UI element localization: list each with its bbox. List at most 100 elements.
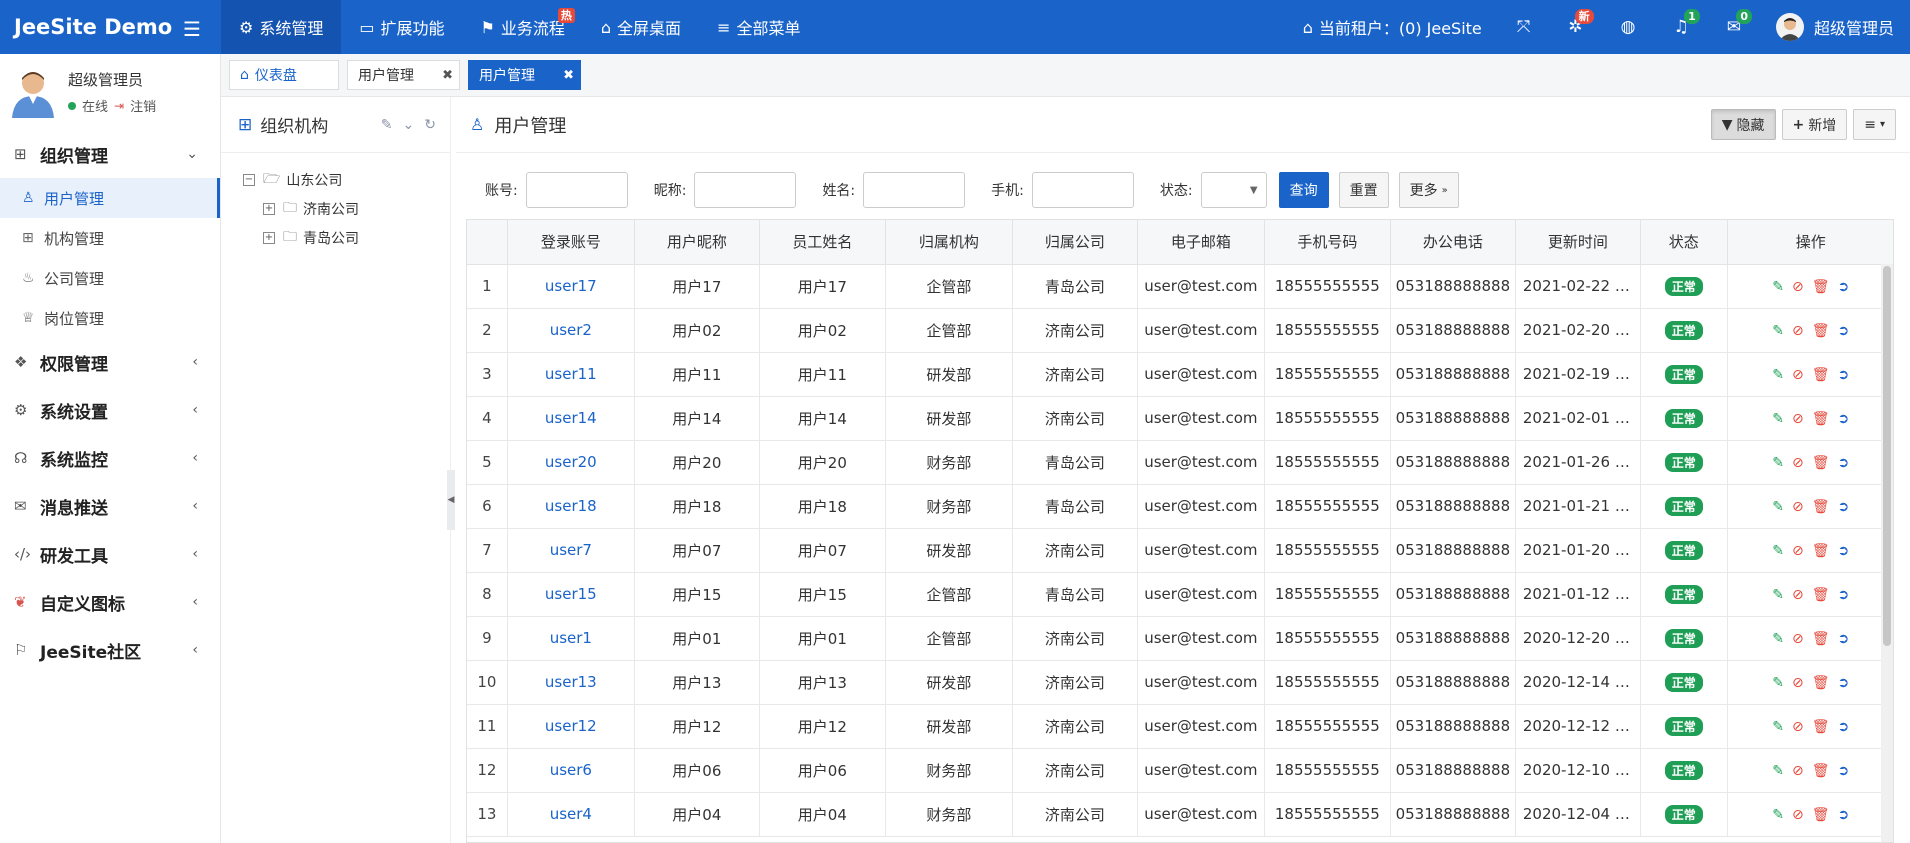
menu-group-sys[interactable]: ⚙ 系统设置 ‹ [0, 386, 220, 434]
column-header[interactable]: 电子邮箱 [1137, 220, 1265, 265]
edit-icon[interactable]: ✎ [1772, 807, 1784, 823]
edit-icon[interactable]: ✎ [1772, 367, 1784, 383]
expand-icon[interactable]: + [263, 231, 275, 244]
table-row[interactable]: 11 user12 用户12 用户12 研发部 济南公司 user@test.com 1855… [467, 704, 1893, 749]
tab-dashboard[interactable]: ⌂ 仪表盘 [229, 60, 339, 90]
ban-icon[interactable]: ⊘ [1792, 807, 1804, 823]
ban-icon[interactable]: ⊘ [1792, 411, 1804, 427]
more-button[interactable]: 更多 » [1398, 172, 1459, 208]
tab-user-management-2[interactable]: 用户管理 ✖ [468, 60, 581, 90]
hide-button[interactable]: ▼ 隐藏 [1710, 109, 1776, 140]
edit-icon[interactable]: ✎ [381, 117, 393, 133]
chevron-circle-right-icon[interactable]: ➲ [1838, 499, 1850, 515]
edit-icon[interactable]: ✎ [1772, 543, 1784, 559]
chevron-circle-right-icon[interactable]: ➲ [1838, 631, 1850, 647]
chevron-circle-right-icon[interactable]: ➲ [1838, 587, 1850, 603]
query-button[interactable]: 查询 [1278, 172, 1329, 208]
user-menu[interactable]: 超级管理员 [1760, 0, 1910, 54]
menu-group-monitor[interactable]: ☊ 系统监控 ‹ [0, 434, 220, 482]
notification-button[interactable]: ♫ 1 [1654, 0, 1707, 54]
fullscreen-button[interactable]: ⤧ [1498, 0, 1550, 54]
chevron-circle-right-icon[interactable]: ➲ [1838, 543, 1850, 559]
ban-icon[interactable]: ⊘ [1792, 499, 1804, 515]
ban-icon[interactable]: ⊘ [1792, 631, 1804, 647]
column-header[interactable]: 员工姓名 [759, 220, 886, 265]
login-account-link[interactable]: user7 [507, 528, 635, 573]
table-row[interactable]: 5 user20 用户20 用户20 财务部 青岛公司 user@test.com 18555… [467, 440, 1893, 485]
app-logo[interactable]: JeeSite Demo ☰ [0, 0, 221, 54]
column-menu-button[interactable]: ≡ ▾ [1853, 109, 1896, 140]
tenant-switch[interactable]: ⌂ 当前租户：(0) JeeSite [1287, 0, 1498, 54]
table-row[interactable]: 7 user7 用户07 用户07 研发部 济南公司 user@test.com 185555… [467, 528, 1893, 573]
chevron-circle-right-icon[interactable]: ➲ [1838, 323, 1850, 339]
nav-extensions[interactable]: ▭ 扩展功能 [341, 0, 462, 54]
trash-icon[interactable]: 🗑 [1812, 543, 1830, 559]
table-row[interactable]: 6 user18 用户18 用户18 财务部 青岛公司 user@test.com 18555… [467, 484, 1893, 529]
login-account-link[interactable]: user15 [507, 572, 635, 617]
menu-group-community[interactable]: ⚐ JeeSite社区 ‹ [0, 626, 220, 674]
trash-icon[interactable]: 🗑 [1812, 279, 1830, 295]
table-row[interactable]: 4 user14 用户14 用户14 研发部 济南公司 user@test.com 18555… [467, 396, 1893, 441]
chevron-circle-right-icon[interactable]: ➲ [1838, 367, 1850, 383]
close-icon[interactable]: ✖ [442, 68, 453, 83]
table-row[interactable]: 1 user17 用户17 用户17 企管部 青岛公司 user@test.com 18555… [467, 264, 1893, 309]
login-account-link[interactable]: user13 [507, 660, 635, 705]
column-header[interactable]: 办公电话 [1390, 220, 1516, 265]
logout-link[interactable]: 注销 [130, 96, 156, 115]
table-row[interactable]: 13 user4 用户04 用户04 财务部 济南公司 user@test.com 18555… [467, 792, 1893, 837]
trash-icon[interactable]: 🗑 [1812, 587, 1830, 603]
column-header[interactable]: 手机号码 [1264, 220, 1391, 265]
expand-icon[interactable]: + [263, 202, 275, 215]
ban-icon[interactable]: ⊘ [1792, 279, 1804, 295]
column-header[interactable]: 归属公司 [1012, 220, 1138, 265]
menu-group-dev[interactable]: ‹/› 研发工具 ‹ [0, 530, 220, 578]
panel-collapse-handle[interactable]: ◀ [447, 470, 455, 530]
tree-node-child[interactable]: + 🗀 济南公司 [221, 194, 450, 223]
trash-icon[interactable]: 🗑 [1812, 719, 1830, 735]
login-account-link[interactable]: user18 [507, 484, 635, 529]
ban-icon[interactable]: ⊘ [1792, 543, 1804, 559]
ban-icon[interactable]: ⊘ [1792, 455, 1804, 471]
nav-all-menus[interactable]: ≡ 全部菜单 [699, 0, 818, 54]
menu-group-msg[interactable]: ✉ 消息推送 ‹ [0, 482, 220, 530]
nav-workflow[interactable]: ⚑ 业务流程 热 [463, 0, 583, 54]
ban-icon[interactable]: ⊘ [1792, 763, 1804, 779]
nav-fullscreen-desktop[interactable]: ⌂ 全屏桌面 [583, 0, 699, 54]
nav-system-management[interactable]: ⚙ 系统管理 [221, 0, 342, 54]
table-row[interactable]: 8 user15 用户15 用户15 企管部 青岛公司 user@test.com 18555… [467, 572, 1893, 617]
edit-icon[interactable]: ✎ [1772, 763, 1784, 779]
login-account-link[interactable]: user2 [507, 308, 635, 353]
collapse-icon[interactable]: − [243, 173, 255, 186]
name-input[interactable] [863, 172, 966, 208]
chevron-down-icon[interactable]: ⌄ [403, 117, 415, 133]
login-account-link[interactable]: user1 [507, 616, 635, 661]
column-header[interactable]: 状态 [1640, 220, 1728, 265]
ban-icon[interactable]: ⊘ [1792, 719, 1804, 735]
menu-group-auth[interactable]: ❖ 权限管理 ‹ [0, 338, 220, 386]
trash-icon[interactable]: 🗑 [1812, 631, 1830, 647]
login-account-link[interactable]: user6 [507, 748, 635, 793]
nickname-input[interactable] [694, 172, 797, 208]
trash-icon[interactable]: 🗑 [1812, 323, 1830, 339]
chevron-circle-right-icon[interactable]: ➲ [1838, 279, 1850, 295]
sidebar-item-user-management[interactable]: ♙ 用户管理 [0, 178, 220, 218]
edit-icon[interactable]: ✎ [1772, 455, 1784, 471]
edit-icon[interactable]: ✎ [1772, 719, 1784, 735]
login-account-link[interactable]: user12 [507, 704, 635, 749]
trash-icon[interactable]: 🗑 [1812, 675, 1830, 691]
login-account-link[interactable]: user14 [507, 396, 635, 441]
hamburger-icon[interactable]: ☰ [183, 17, 201, 41]
tab-user-management-1[interactable]: 用户管理 ✖ [347, 60, 460, 90]
vertical-scrollbar[interactable] [1881, 264, 1893, 842]
phone-input[interactable] [1031, 172, 1134, 208]
language-button[interactable]: ◍ [1602, 0, 1655, 54]
trash-icon[interactable]: 🗑 [1812, 763, 1830, 779]
edit-icon[interactable]: ✎ [1772, 499, 1784, 515]
chevron-circle-right-icon[interactable]: ➲ [1838, 455, 1850, 471]
sidebar-item-office-management[interactable]: ⊞ 机构管理 [0, 218, 220, 258]
trash-icon[interactable]: 🗑 [1812, 807, 1830, 823]
ban-icon[interactable]: ⊘ [1792, 323, 1804, 339]
column-header[interactable]: 更新时间 [1515, 220, 1641, 265]
edit-icon[interactable]: ✎ [1772, 675, 1784, 691]
chevron-circle-right-icon[interactable]: ➲ [1838, 411, 1850, 427]
